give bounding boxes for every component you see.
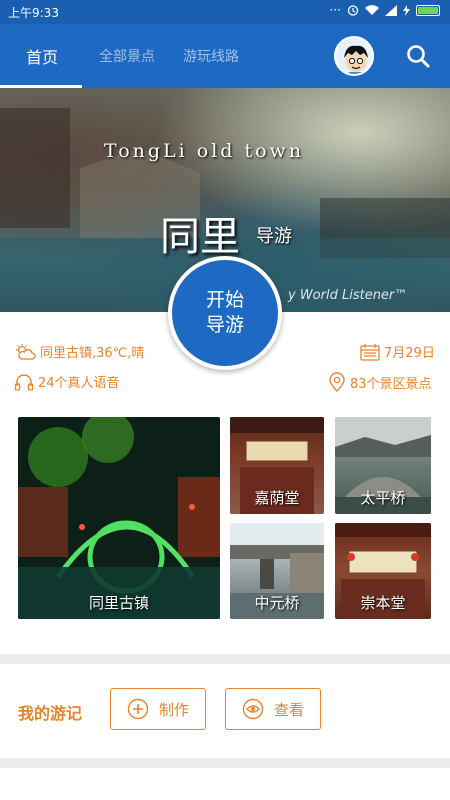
weather-cloud-sun-icon xyxy=(16,343,36,360)
tile-chongben-label: 崇本堂 xyxy=(360,594,406,612)
date-text: 7月29日 xyxy=(384,346,435,361)
hero-title-cn: 同里 xyxy=(160,214,240,260)
headphones-icon xyxy=(14,373,34,391)
search-icon[interactable] xyxy=(404,42,432,70)
spots-info: 83个景区景点 xyxy=(328,372,432,392)
tile-tongli-image xyxy=(18,417,220,619)
audio-info: 24个真人语音 xyxy=(14,372,120,391)
create-travelogue-button[interactable]: 制作 xyxy=(110,688,206,730)
wifi-icon xyxy=(365,4,379,15)
audio-text: 24个真人语音 xyxy=(38,376,120,391)
calendar-icon xyxy=(360,343,380,361)
weather-info: 同里古镇,36℃,晴 xyxy=(14,342,144,361)
alarm-icon xyxy=(347,5,359,16)
hero-title-en: TongLi old town xyxy=(104,140,305,162)
view-travelogue-button[interactable]: 查看 xyxy=(225,688,321,730)
travelogue-title: 我的游记 xyxy=(18,704,83,723)
avatar[interactable] xyxy=(334,36,374,76)
battery-icon xyxy=(416,4,440,16)
travelogue-card: 我的游记 制作 查看 xyxy=(0,664,450,758)
tile-zhongyuan-bridge[interactable]: 中元桥 xyxy=(230,523,324,619)
charging-icon xyxy=(403,4,410,16)
tile-zhongyuan-label: 中元桥 xyxy=(254,594,300,612)
tile-taiping-label: 太平桥 xyxy=(360,489,406,507)
app-bar: 首页 全部景点 游玩线路 xyxy=(0,24,450,88)
plus-circle-icon xyxy=(127,698,149,720)
avatar-face-icon xyxy=(344,45,368,74)
next-section-card xyxy=(0,768,450,800)
tile-tongli-label: 同里古镇 xyxy=(88,594,149,612)
spots-text: 83个景区景点 xyxy=(350,376,432,392)
tile-tongli-town[interactable]: 同里古镇 xyxy=(18,417,220,619)
hero-credit: y World Listener™ xyxy=(288,288,408,303)
start-guide-line1: 开始 xyxy=(205,289,244,311)
start-guide-line2: 导游 xyxy=(205,314,244,336)
location-pin-icon xyxy=(329,372,345,392)
hero-title-cn-small: 导游 xyxy=(256,226,292,247)
view-travelogue-label: 查看 xyxy=(273,700,304,719)
tile-jiayin-hall[interactable]: 嘉荫堂 xyxy=(230,417,324,514)
status-icons: ··· xyxy=(330,3,440,17)
create-travelogue-label: 制作 xyxy=(158,700,189,719)
start-guide-button[interactable]: 开始 导游 xyxy=(168,256,282,370)
status-bar: 上午9:33 ··· xyxy=(0,0,450,24)
status-time: 上午9:33 xyxy=(8,6,59,20)
date-info: 7月29日 xyxy=(360,342,435,361)
tab-routes[interactable]: 游玩线路 xyxy=(183,46,239,66)
tab-home[interactable]: 首页 xyxy=(26,44,58,68)
tile-chongben-hall[interactable]: 崇本堂 xyxy=(335,523,431,619)
more-dots-icon: ··· xyxy=(329,3,341,17)
eye-icon xyxy=(242,698,264,720)
signal-icon xyxy=(385,4,397,16)
tab-all-spots[interactable]: 全部景点 xyxy=(99,46,155,66)
weather-text: 同里古镇,36℃,晴 xyxy=(40,346,145,361)
tile-jiayin-label: 嘉荫堂 xyxy=(254,489,300,507)
tile-taiping-bridge[interactable]: 太平桥 xyxy=(335,417,431,514)
